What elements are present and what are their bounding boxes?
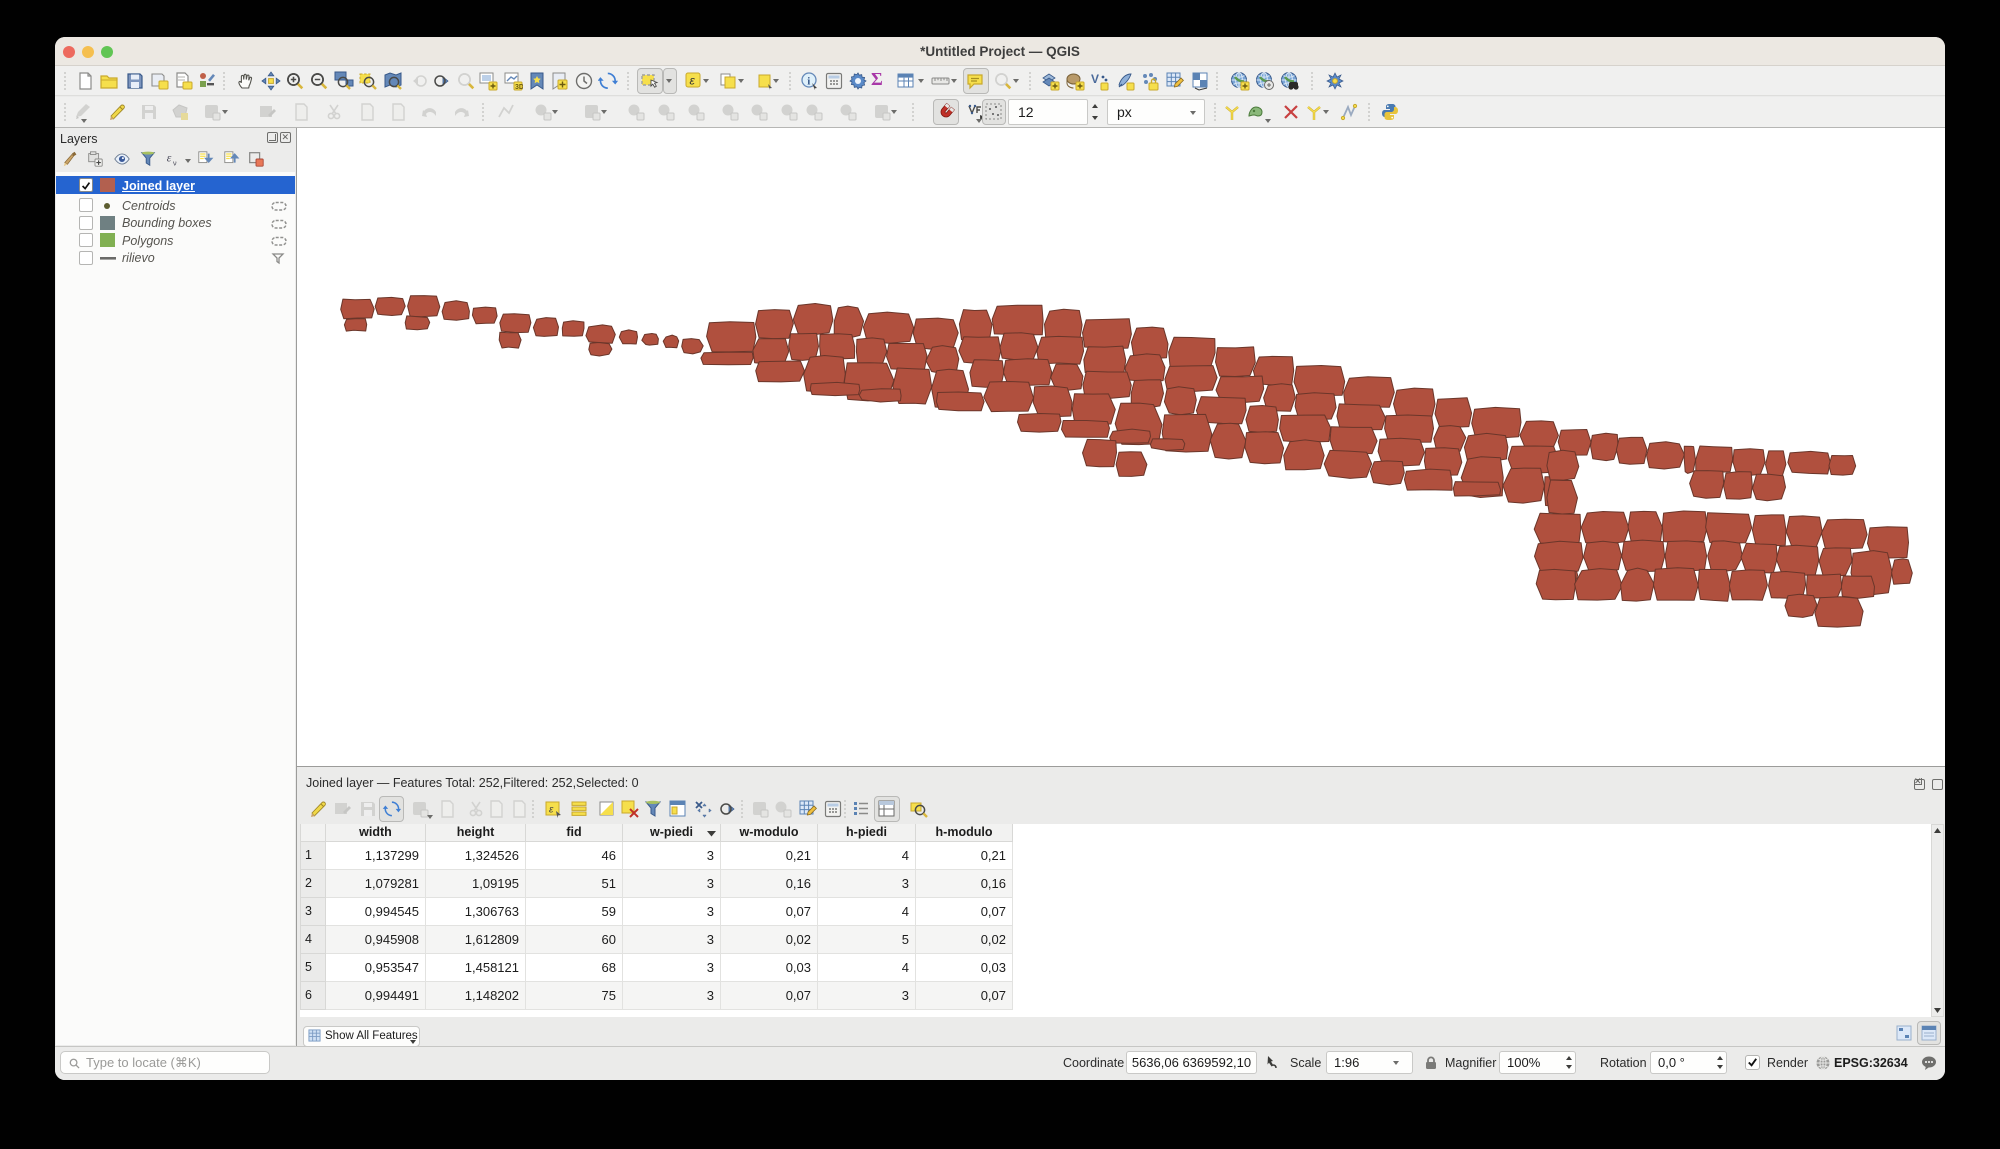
svg-text:ε: ε <box>549 805 554 816</box>
svg-text:ε: ε <box>167 152 172 165</box>
svg-text:ε: ε <box>690 74 696 88</box>
svg-text:3D: 3D <box>515 84 523 91</box>
svg-text:i: i <box>807 76 810 88</box>
svg-text:ν: ν <box>173 158 177 167</box>
svg-text:V: V <box>1091 72 1099 86</box>
